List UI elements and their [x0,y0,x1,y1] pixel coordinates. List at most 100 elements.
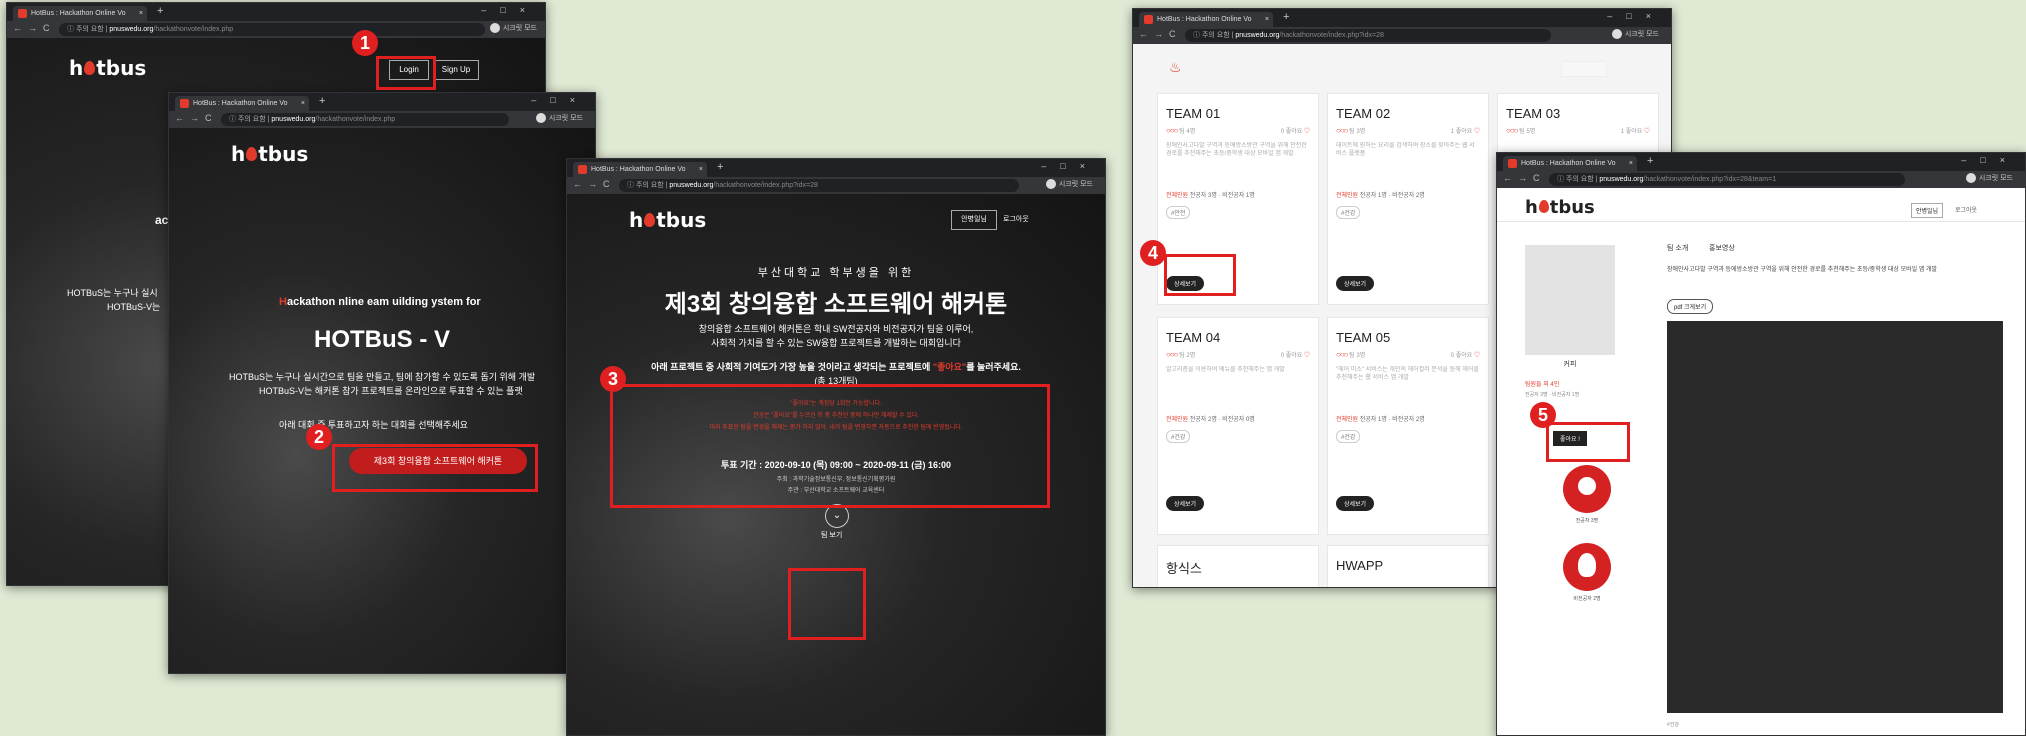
team-description: 장애인사고다발 구역과 등에방소방관 구역을 위해 안전한 경로를 추천해주는 … [1667,267,1938,273]
description-line-1: HOTBuS는 누구나 실시간으로 팀을 만들고, 팀에 참가할 수 있도록 돕… [229,372,536,382]
browser-tab[interactable]: HotBus : Hackathon Online Vo × [573,162,707,177]
team-desc: 알고리즘을 이용하여 메뉴를 추천해주는 앱 개발 [1166,367,1285,373]
browser-tab[interactable]: HotBus : Hackathon Online Vo × [1139,12,1273,27]
team-image-placeholder [1525,245,1615,355]
team-card-05[interactable]: TEAM 05 ○○○ 팀 3명 0 좋아요 ♡ "헤어 미소" 서비스는 개인… [1327,317,1489,535]
toolbar: ←→C ⓘ 주의 요함 | pnuswedu.org/hackathonvote… [1497,171,2025,188]
signup-button[interactable]: Sign Up [433,60,479,80]
hotbus-logo[interactable]: h tbus [69,56,146,80]
vote-prompt: 아래 프로젝트 중 사회적 기여도가 가장 높을 것이라고 생각되는 프로젝트에… [651,362,1021,372]
toolbar: ←→C ⓘ 주의 요함 | pnuswedu.org/hackathonvote… [169,111,595,128]
hotbus-logo[interactable]: h tbus [1525,197,1595,218]
step-badge-3: 3 [600,366,626,392]
team-members: ○○○ 팀 3명 [1336,126,1366,135]
hero-background: h tbus Hackathon nline eam uilding ystem … [169,128,595,673]
flame-icon [1538,200,1549,213]
logout-link[interactable]: 로그아웃 [1003,214,1029,224]
incognito-profile[interactable]: 시크릿 모드 [1965,173,2013,184]
close-tab-icon[interactable]: × [1265,12,1269,27]
team-name: 항식스 [1166,561,1202,576]
pdf-view-button[interactable]: pdf 크게보기 [1667,299,1714,314]
step-badge-4: 4 [1140,240,1166,266]
new-tab-icon[interactable]: + [157,5,163,17]
new-tab-icon[interactable]: + [319,95,325,107]
team-likes[interactable]: 0 좋아요 ♡ [1281,126,1310,135]
team-card-06[interactable]: 항식스 [1157,545,1319,587]
window-controls[interactable]: –□× [481,5,539,15]
team-likes[interactable]: 0 좋아요 ♡ [1451,350,1480,359]
incognito-profile[interactable]: 시크릿 모드 [1045,179,1093,190]
members-sub: 전공자 3명 · 비전공자 1명 [1525,392,1580,398]
window-controls[interactable]: –□× [1607,11,1665,21]
close-tab-icon[interactable]: × [139,6,143,21]
hotbus-logo[interactable]: h tbus [629,208,706,232]
new-tab-icon[interactable]: + [1647,155,1653,167]
team-name: TEAM 05 [1336,330,1391,345]
nav-arrows-icon[interactable]: ←→C [13,23,56,33]
address-bar[interactable]: ⓘ 주의 요함 | pnuswedu.org/hackathonvote/ind… [1185,29,1551,42]
logout-link[interactable]: 로그아웃 [1955,205,1977,214]
incognito-profile[interactable]: 시크릿 모드 [1611,29,1659,40]
team-likes[interactable]: 1 좋아요 ♡ [1451,126,1480,135]
detail-button[interactable]: 상세보기 [1336,276,1375,291]
new-tab-icon[interactable]: + [1283,11,1289,23]
team-members: ○○○ 팀 3명 [1336,350,1366,359]
flame-icon [84,61,96,75]
team-roles: 전체인원 전공자 2명 · 비전공자 0명 [1166,417,1255,423]
team-members: ○○○ 팀 4명 [1166,126,1196,135]
tab-team-intro[interactable]: 팀 소개 [1667,243,1688,253]
browser-tab[interactable]: HotBus : Hackathon Online Vo × [1503,156,1637,171]
toolbar: ←→C ⓘ 주의 요함 | pnuswedu.org/hackathonvote… [567,177,1105,194]
new-tab-icon[interactable]: + [717,161,723,173]
system-title: Hackathon nline eam uilding ystem for [279,296,481,308]
address-bar[interactable]: ⓘ 주의 요함 | pnuswedu.org/hackathonvote/ind… [1549,173,1905,186]
pdf-viewer[interactable] [1667,321,2003,713]
nav-arrows-icon[interactable]: ←→C [1139,29,1182,39]
window-controls[interactable]: –□× [1961,155,2019,165]
close-tab-icon[interactable]: × [301,96,305,111]
user-button[interactable]: 안병일님 [951,210,997,230]
incognito-icon [535,113,546,124]
team-likes[interactable]: 0 좋아요 ♡ [1281,350,1310,359]
major-label: 전공자 3명 [1575,518,1599,524]
close-tab-icon[interactable]: × [699,162,703,177]
see-teams-link[interactable]: 팀 보기 [821,530,842,540]
browser-tab[interactable]: HotBus : Hackathon Online Vo × [13,6,147,21]
toolbar: ←→C ⓘ 주의 요함 | pnuswedu.org/hackathonvote… [7,21,545,38]
step-badge-5: 5 [1530,402,1556,428]
incognito-icon [489,23,500,34]
user-button-faded[interactable] [1561,61,1607,77]
hotbus-favicon-icon [1144,15,1153,24]
address-bar[interactable]: ⓘ 주의 요함 | pnuswedu.org/hackathonvote/ind… [59,23,485,36]
team-card-02[interactable]: TEAM 02 ○○○ 팀 3명 1 좋아요 ♡ 데이트에 원하는 요리를 검색… [1327,93,1489,305]
address-bar[interactable]: ⓘ 주의 요함 | pnuswedu.org/hackathonvote/ind… [221,113,509,126]
detail-button[interactable]: 상세보기 [1166,496,1205,511]
close-tab-icon[interactable]: × [1629,156,1633,171]
nav-arrows-icon[interactable]: ←→C [175,113,218,123]
tab-promo-video[interactable]: 홍보영상 [1709,243,1735,253]
hotbus-logo[interactable]: h tbus [231,142,308,166]
nav-arrows-icon[interactable]: ←→C [1503,173,1546,183]
detail-button[interactable]: 상세보기 [1336,496,1375,511]
main-title: HOTBuS - V [314,326,450,353]
toolbar: ←→C ⓘ 주의 요함 | pnuswedu.org/hackathonvote… [1133,27,1671,44]
user-button[interactable]: 안병일님 [1911,203,1944,218]
intro-line-2: 사회적 가치를 할 수 있는 SW융합 프로젝트를 개발하는 대회입니다 [711,338,961,348]
contest-subtitle: 부산대학교 학부생을 위한 [757,267,915,279]
flame-icon[interactable]: ♨ [1169,59,1182,76]
nav-arrows-icon[interactable]: ←→C [573,179,616,189]
window-controls[interactable]: –□× [1041,161,1099,171]
incognito-profile[interactable]: 시크릿 모드 [535,113,583,124]
team-name: TEAM 03 [1506,106,1561,121]
browser-tab[interactable]: HotBus : Hackathon Online Vo × [175,96,309,111]
team-desc: "헤어 미소" 서비스는 개인의 헤어컬러 분석을 통해 헤어를 추천해주는 웹… [1336,367,1479,381]
highlight-vote-notice [610,384,1050,508]
team-card-04[interactable]: TEAM 04 ○○○ 팀 2명 0 좋아요 ♡ 알고리즘을 이용하여 메뉴를 … [1157,317,1319,535]
team-likes[interactable]: 1 좋아요 ♡ [1621,126,1650,135]
team-card-07[interactable]: HWAPP [1327,545,1489,587]
window-controls[interactable]: –□× [531,95,589,105]
highlight-detail [1164,254,1236,296]
incognito-profile[interactable]: 시크릿 모드 [489,23,537,34]
address-bar[interactable]: ⓘ 주의 요함 | pnuswedu.org/hackathonvote/ind… [619,179,1019,192]
step-badge-2: 2 [306,424,332,450]
